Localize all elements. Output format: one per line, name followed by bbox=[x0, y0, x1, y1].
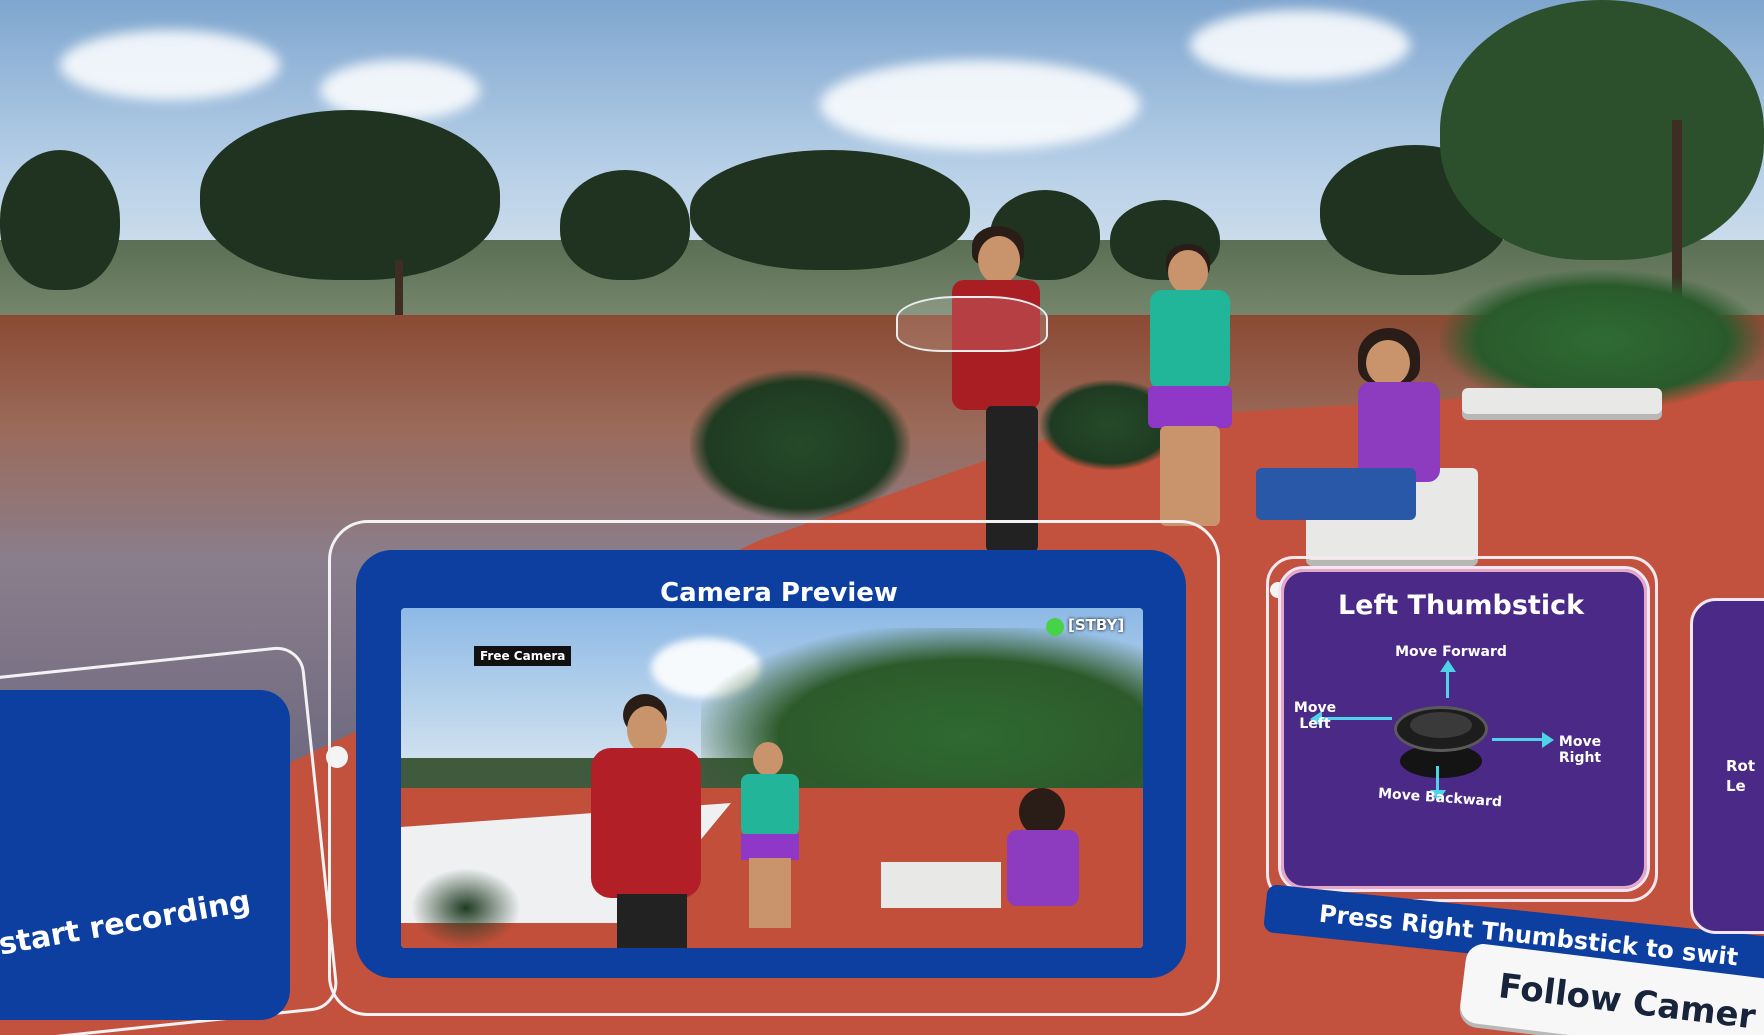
free-camera-badge: Free Camera bbox=[474, 646, 572, 666]
bench bbox=[1462, 388, 1662, 414]
move-forward-label: Move Forward bbox=[1395, 644, 1507, 660]
left-thumbstick-title: Left Thumbstick bbox=[1337, 590, 1585, 621]
camera-drone[interactable] bbox=[896, 296, 1048, 352]
cloud bbox=[1190, 10, 1410, 80]
camera-preview-title: Camera Preview bbox=[660, 578, 898, 608]
thumbstick-icon bbox=[1394, 700, 1488, 780]
tree bbox=[690, 150, 970, 270]
tree bbox=[560, 170, 690, 280]
cloud bbox=[820, 60, 1140, 150]
fern-plant bbox=[690, 370, 910, 520]
standby-status: [STBY] bbox=[1068, 616, 1125, 634]
move-right-label: Move Right bbox=[1558, 734, 1602, 766]
arrow-up-head-icon bbox=[1440, 660, 1456, 672]
tree bbox=[0, 150, 120, 290]
arrow-right-icon bbox=[1492, 738, 1542, 741]
vr-scene: start recording Camera Preview Free Came… bbox=[0, 0, 1764, 1035]
right-panel-partial-text: Rot Le bbox=[1726, 757, 1756, 795]
recording-status-dot bbox=[1046, 618, 1064, 636]
follow-camera-label: Follow Camer bbox=[1496, 966, 1758, 1035]
palm-trees bbox=[1440, 0, 1764, 260]
tree bbox=[200, 110, 500, 280]
tree-trunk bbox=[395, 260, 403, 320]
cloud bbox=[60, 30, 280, 100]
recording-panel[interactable] bbox=[0, 690, 290, 1020]
move-left-label: Move Left bbox=[1293, 700, 1337, 732]
